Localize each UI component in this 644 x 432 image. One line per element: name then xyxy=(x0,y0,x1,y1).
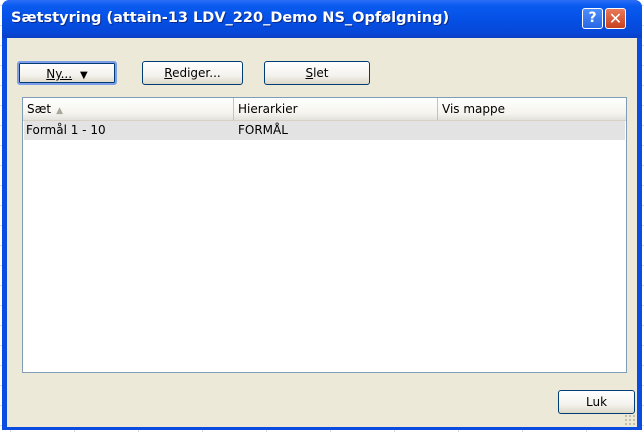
column-header-hierarkier[interactable]: Hierarkier xyxy=(234,98,438,120)
column-header-vis-mappe[interactable]: Vis mappe xyxy=(438,98,626,120)
edit-button[interactable]: Rediger... xyxy=(142,61,243,85)
title-bar[interactable]: Sætstyring (attain-13 LDV_220_Demo NS_Op… xyxy=(2,0,642,38)
sort-ascending-icon: ▲ xyxy=(56,106,64,116)
close-button[interactable]: Luk xyxy=(558,390,635,414)
delete-button-label: let xyxy=(313,66,329,80)
list-header: Sæt ▲ Hierarkier Vis mappe xyxy=(23,98,626,121)
resize-grip-icon[interactable] xyxy=(624,414,636,426)
delete-button[interactable]: Slet xyxy=(264,61,370,85)
column-header-hierarkier-label: Hierarkier xyxy=(238,102,298,116)
column-header-saet[interactable]: Sæt ▲ xyxy=(23,98,234,120)
edit-button-mnemonic: R xyxy=(164,66,173,80)
column-header-saet-label: Sæt xyxy=(27,102,52,116)
set-list[interactable]: Sæt ▲ Hierarkier Vis mappe Formål 1 - 10 … xyxy=(22,97,627,373)
list-item[interactable]: Formål 1 - 10 FORMÅL xyxy=(24,121,625,140)
delete-button-mnemonic: S xyxy=(305,66,314,80)
window-title: Sætstyring (attain-13 LDV_220_Demo NS_Op… xyxy=(11,10,450,26)
triangle-down-icon: ▼ xyxy=(80,70,88,81)
new-button-label: Ny... xyxy=(46,67,73,81)
column-header-vis-mappe-label: Vis mappe xyxy=(442,102,506,116)
help-icon[interactable]: ? xyxy=(582,8,603,29)
cell-saet: Formål 1 - 10 xyxy=(26,123,106,137)
close-icon[interactable]: ✕ xyxy=(605,8,626,29)
new-button[interactable]: Ny... ▼ xyxy=(17,61,117,85)
cell-hierarkier: FORMÅL xyxy=(238,123,288,137)
dialog-body: Ny... ▼ Rediger... Slet Sæt ▲ Hierarkier V… xyxy=(7,38,637,427)
edit-button-label: ediger... xyxy=(172,66,221,80)
dialog-window: Sætstyring (attain-13 LDV_220_Demo NS_Op… xyxy=(2,0,642,430)
